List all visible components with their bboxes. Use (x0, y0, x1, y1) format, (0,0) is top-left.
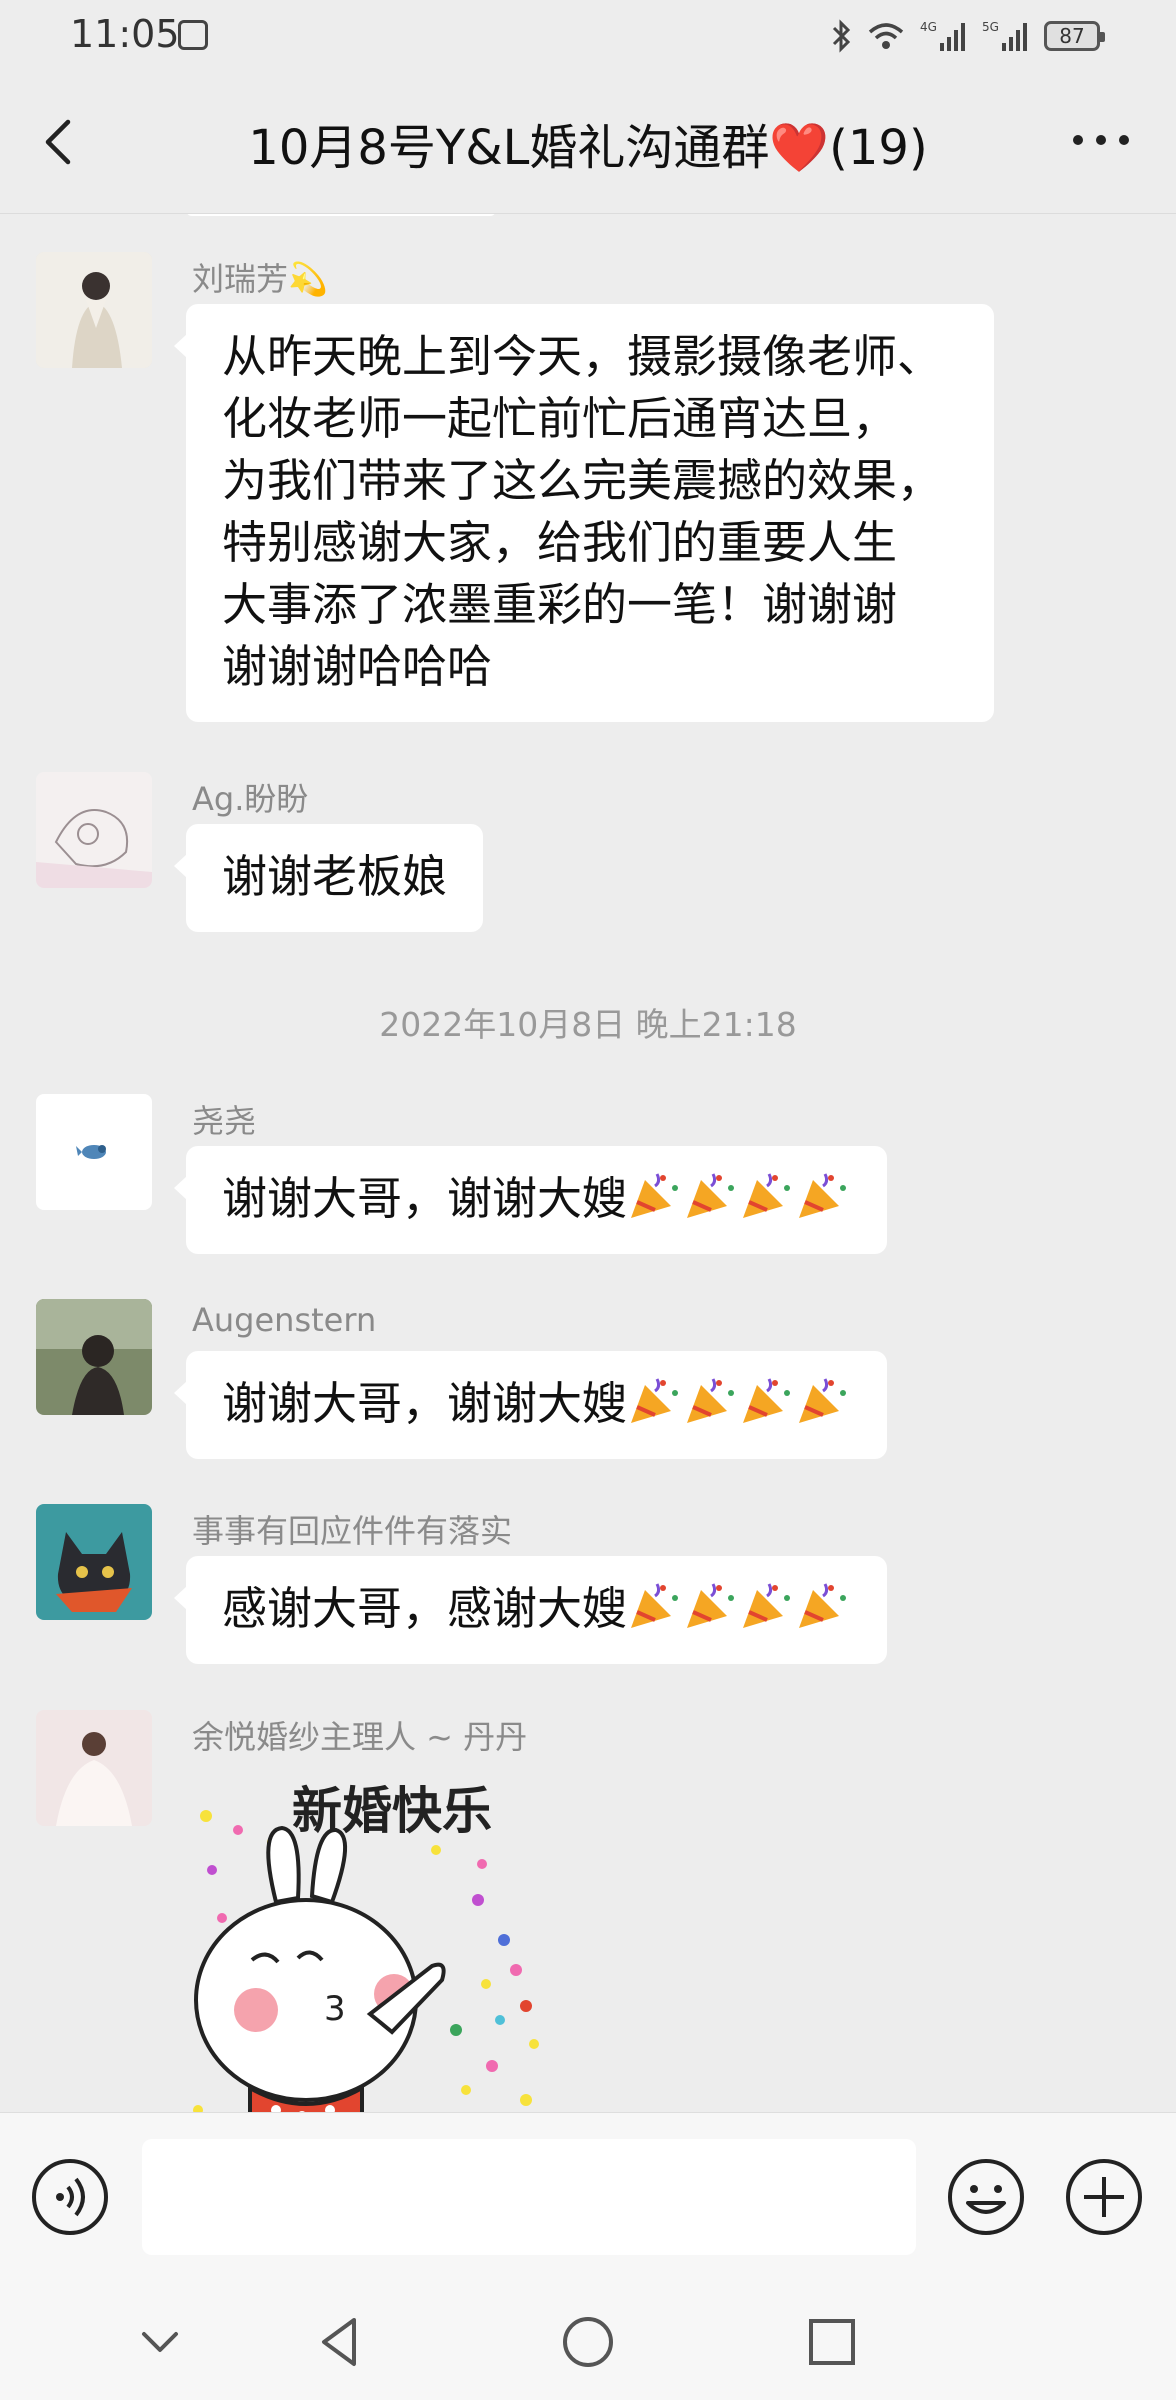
avatar-sketch-icon (36, 772, 152, 888)
party-popper-icon (631, 1173, 679, 1218)
nav-back-button[interactable] (310, 2312, 370, 2372)
message-text-line: 为我们带来了这么完美震撼的效果， (222, 454, 943, 507)
party-popper-icon (687, 1583, 735, 1628)
message-text-line: 大事添了浓墨重彩的一笔！谢谢谢 (222, 578, 898, 631)
wifi-icon (868, 23, 904, 49)
status-bar: 11:05 4G 5G 87 (0, 0, 1176, 70)
message-text-line: 谢谢谢哈哈哈 (222, 640, 493, 693)
plus-button[interactable] (1064, 2157, 1144, 2237)
message-bubble[interactable]: 谢谢老板娘 (173, 824, 484, 932)
chat-header: 10月8号Y&L婚礼沟通群❤️(19) (0, 70, 1176, 214)
avatar[interactable] (36, 772, 152, 888)
bunny-sticker-icon: 新婚快乐 3 (193, 1782, 539, 2112)
party-popper-icon (687, 1378, 735, 1423)
system-nav-bar (0, 2282, 1176, 2400)
message-text-line: 化妆老师一起忙前忙后通宵达旦， (222, 392, 898, 445)
chat-message: 事事有回应件件有落实 感谢大哥，感谢大嫂 (36, 1504, 1136, 1684)
emoji-button[interactable] (946, 2157, 1026, 2237)
chat-input-bar (0, 2112, 1176, 2282)
chat-message: 尧尧 谢谢大哥，谢谢大嫂 (36, 1094, 1136, 1274)
message-bubble[interactable]: 谢谢大哥，谢谢大嫂 (173, 1351, 888, 1459)
message-bubble[interactable]: 谢谢大哥，谢谢大嫂 (173, 1146, 888, 1254)
signal-5g-icon: 5G (982, 20, 1027, 51)
sender-name: 尧尧 (192, 1102, 257, 1140)
party-popper-icon (799, 1378, 847, 1423)
message-bubble[interactable]: 从昨天晚上到今天，摄影摄像老师、 化妆老师一起忙前忙后通宵达旦， 为我们带来了这… (174, 304, 994, 722)
party-popper-icon (799, 1583, 847, 1628)
avatar-portrait-icon (36, 252, 152, 368)
message-text: 感谢大哥，感谢大嫂 (222, 1582, 628, 1635)
chat-title: 10月8号Y&L婚礼沟通群❤️(19) (248, 120, 928, 176)
message-bubble[interactable]: 感谢大哥，感谢大嫂 (173, 1556, 888, 1664)
avatar[interactable] (36, 1094, 152, 1210)
svg-text:3: 3 (324, 1989, 346, 2029)
previous-message-bubble[interactable] (186, 214, 496, 216)
sticker-text: 新婚快乐 (292, 1782, 492, 1840)
chat-message-list[interactable]: 刘瑞芳💫 从昨天晚上到今天，摄影摄像老师、 化妆老师一起忙前忙后通宵达旦， 为我… (0, 214, 1176, 2112)
message-text-line: 特别感谢大家，给我们的重要人生 (222, 516, 898, 569)
battery-indicator: 87 (1044, 21, 1105, 51)
avatar-bird-icon (36, 1094, 152, 1210)
message-text: 谢谢大哥，谢谢大嫂 (222, 1172, 628, 1225)
hide-keyboard-button[interactable] (130, 2312, 190, 2372)
message-text: 谢谢大哥，谢谢大嫂 (222, 1377, 628, 1430)
voice-input-button[interactable] (30, 2157, 110, 2237)
message-input[interactable] (142, 2139, 916, 2255)
avatar-photo-icon (36, 1299, 152, 1415)
message-timestamp: 2022年10月8日 晚上21:18 (379, 1005, 797, 1044)
party-popper-icon (631, 1378, 679, 1423)
party-popper-icon (799, 1173, 847, 1218)
status-icons: 4G 5G 87 (830, 18, 1105, 54)
avatar[interactable] (36, 1504, 152, 1620)
avatar[interactable] (36, 1299, 152, 1415)
chat-message: Ag.盼盼 谢谢老板娘 (36, 772, 1136, 942)
avatar-bride-icon (36, 1710, 152, 1826)
more-options-button[interactable] (1066, 120, 1136, 160)
message-text-line: 从昨天晚上到今天，摄影摄像老师、 (222, 330, 943, 383)
avatar-cat-icon (36, 1504, 152, 1620)
sender-name: Ag.盼盼 (192, 780, 309, 818)
party-popper-icon (743, 1378, 791, 1423)
party-popper-icon (743, 1173, 791, 1218)
party-popper-icon (687, 1173, 735, 1218)
party-popper-icon (743, 1583, 791, 1628)
nav-home-button[interactable] (558, 2312, 618, 2372)
sender-name: 余悦婚纱主理人 ~ 丹丹 (192, 1718, 528, 1756)
bluetooth-icon (832, 19, 851, 53)
signal-4g-icon: 4G (920, 20, 965, 51)
sender-name: 事事有回应件件有落实 (192, 1512, 513, 1550)
message-text: 谢谢老板娘 (222, 850, 448, 903)
svg-text:5G: 5G (982, 20, 999, 34)
party-popper-icon (631, 1583, 679, 1628)
chat-message: Augenstern 谢谢大哥，谢谢大嫂 (36, 1299, 1136, 1479)
avatar[interactable] (36, 252, 152, 368)
chat-message: 刘瑞芳💫 从昨天晚上到今天，摄影摄像老师、 化妆老师一起忙前忙后通宵达旦， 为我… (36, 252, 1136, 752)
status-time: 11:05 (70, 12, 180, 56)
avatar[interactable] (36, 1710, 152, 1826)
sender-name: Augenstern (192, 1301, 377, 1339)
nav-recents-button[interactable] (802, 2312, 862, 2372)
nfc-icon (178, 20, 208, 50)
chat-message: 余悦婚纱主理人 ~ 丹丹 新婚快乐 3 (36, 1710, 1136, 2112)
sender-name: 刘瑞芳💫 (192, 260, 328, 298)
sticker-message[interactable]: 新婚快乐 3 (186, 1770, 586, 2112)
svg-text:4G: 4G (920, 20, 937, 34)
